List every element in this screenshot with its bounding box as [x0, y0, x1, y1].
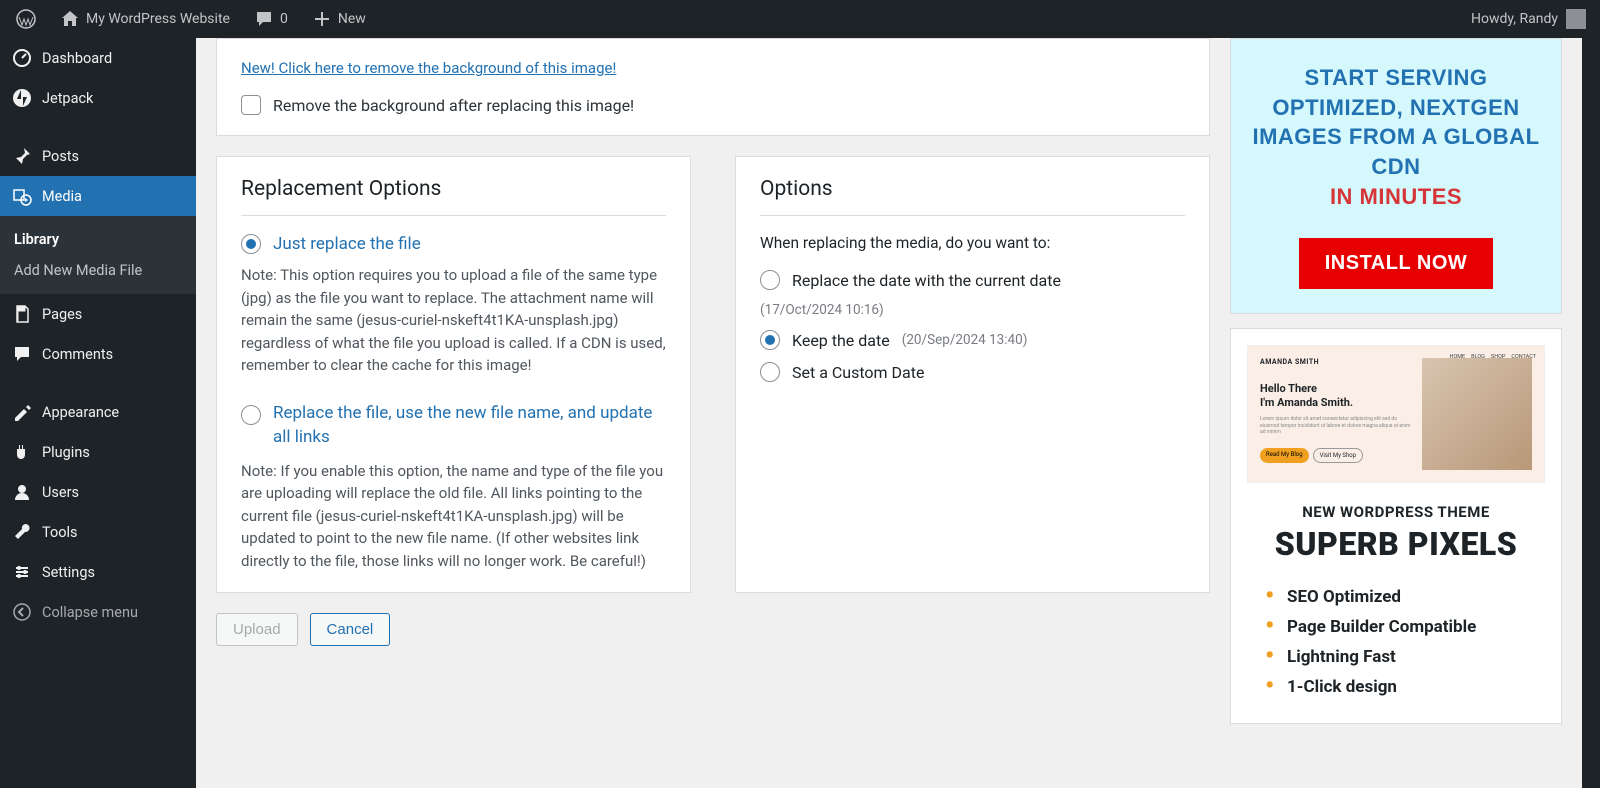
install-now-button[interactable]: INSTALL NOW [1299, 238, 1494, 289]
dashboard-icon [12, 48, 32, 68]
replace-note-1: Note: This option requires you to upload… [241, 264, 666, 377]
replace-note-2: Note: If you enable this option, the nam… [241, 460, 666, 573]
date-radio-replace-meta: (17/Oct/2024 10:16) [760, 302, 884, 318]
date-radio-keep-label[interactable]: Keep the date [792, 331, 890, 350]
site-name: My WordPress Website [86, 11, 230, 27]
media-submenu: Library Add New Media File [0, 216, 196, 294]
promo-cdn-line2: IN MINUTES [1247, 184, 1545, 210]
home-icon [60, 9, 80, 29]
sidebar-item-comments[interactable]: Comments [0, 334, 196, 374]
promo-theme-tag: NEW WORDPRESS THEME [1247, 503, 1545, 521]
wp-logo[interactable] [8, 0, 44, 38]
sidebar-item-users[interactable]: Users [0, 472, 196, 512]
date-radio-custom-label[interactable]: Set a Custom Date [792, 363, 924, 382]
sidebar-item-dashboard[interactable]: Dashboard [0, 38, 196, 78]
sidebar-item-plugins[interactable]: Plugins [0, 432, 196, 472]
replacement-options-card: Replacement Options Just replace the fil… [216, 156, 691, 593]
admin-sidebar: Dashboard Jetpack Posts Media Library Ad… [0, 38, 196, 788]
new-link[interactable]: New [304, 0, 374, 38]
browser-scrollbar[interactable] [1582, 0, 1600, 788]
replace-radio-1[interactable] [241, 234, 261, 254]
date-radio-replace[interactable] [760, 270, 780, 290]
sidebar-item-posts[interactable]: Posts [0, 136, 196, 176]
feature-item: Page Builder Compatible [1269, 617, 1545, 637]
plus-icon [312, 9, 332, 29]
pin-icon [12, 146, 32, 166]
replace-radio-2[interactable] [241, 405, 261, 425]
options-question: When replacing the media, do you want to… [760, 234, 1185, 252]
date-radio-custom[interactable] [760, 362, 780, 382]
site-link[interactable]: My WordPress Website [52, 0, 238, 38]
cancel-button[interactable]: Cancel [310, 613, 391, 646]
pages-icon [12, 304, 32, 324]
remove-bg-checkbox[interactable] [241, 95, 261, 115]
replace-radio-1-label[interactable]: Just replace the file [273, 234, 421, 254]
appearance-icon [12, 402, 32, 422]
feature-item: SEO Optimized [1269, 587, 1545, 607]
sidebar-item-pages[interactable]: Pages [0, 294, 196, 334]
submenu-library[interactable]: Library [0, 224, 196, 255]
upload-button[interactable]: Upload [216, 613, 298, 646]
promo-theme-name: SUPERB PIXELS [1247, 525, 1545, 563]
admin-toolbar: My WordPress Website 0 New Howdy, Randy [0, 0, 1600, 38]
sidebar-item-jetpack[interactable]: Jetpack [0, 78, 196, 118]
remove-bg-card: New! Click here to remove the background… [216, 38, 1210, 136]
sidebar-item-tools[interactable]: Tools [0, 512, 196, 552]
submenu-add-new[interactable]: Add New Media File [0, 255, 196, 286]
replace-radio-2-label[interactable]: Replace the file, use the new file name,… [273, 401, 666, 450]
options-card: Options When replacing the media, do you… [735, 156, 1210, 593]
tools-icon [12, 522, 32, 542]
comments-icon [12, 344, 32, 364]
remove-bg-link[interactable]: New! Click here to remove the background… [241, 59, 616, 77]
promo-cdn-line1: START SERVING OPTIMIZED, NEXTGEN IMAGES … [1247, 63, 1545, 182]
feature-item: 1-Click design [1269, 677, 1545, 697]
sidebar-item-media[interactable]: Media [0, 176, 196, 216]
howdy-text[interactable]: Howdy, Randy [1471, 11, 1558, 27]
media-icon [12, 186, 32, 206]
avatar[interactable] [1566, 9, 1586, 29]
users-icon [12, 482, 32, 502]
comment-icon [254, 9, 274, 29]
new-label: New [338, 11, 366, 27]
replacement-heading: Replacement Options [241, 177, 666, 201]
plugins-icon [12, 442, 32, 462]
sidebar-item-appearance[interactable]: Appearance [0, 392, 196, 432]
sidebar-item-settings[interactable]: Settings [0, 552, 196, 592]
promo-cdn: START SERVING OPTIMIZED, NEXTGEN IMAGES … [1230, 38, 1562, 314]
options-heading: Options [760, 177, 1185, 201]
collapse-icon [12, 602, 32, 622]
feature-item: Lightning Fast [1269, 647, 1545, 667]
jetpack-icon [12, 88, 32, 108]
settings-icon [12, 562, 32, 582]
date-radio-keep-meta: (20/Sep/2024 13:40) [902, 332, 1028, 348]
date-radio-keep[interactable] [760, 330, 780, 350]
remove-bg-checkbox-label: Remove the background after replacing th… [273, 96, 634, 115]
collapse-menu[interactable]: Collapse menu [0, 592, 196, 632]
promo-theme-features: SEO Optimized Page Builder Compatible Li… [1269, 587, 1545, 697]
promo-theme: AMANDA SMITH Hello ThereI'm Amanda Smith… [1230, 328, 1562, 724]
theme-preview: AMANDA SMITH Hello ThereI'm Amanda Smith… [1247, 345, 1545, 483]
date-radio-replace-label[interactable]: Replace the date with the current date [792, 271, 1061, 290]
comments-link[interactable]: 0 [246, 0, 296, 38]
comments-count: 0 [280, 11, 288, 27]
main-content: New! Click here to remove the background… [196, 38, 1582, 788]
